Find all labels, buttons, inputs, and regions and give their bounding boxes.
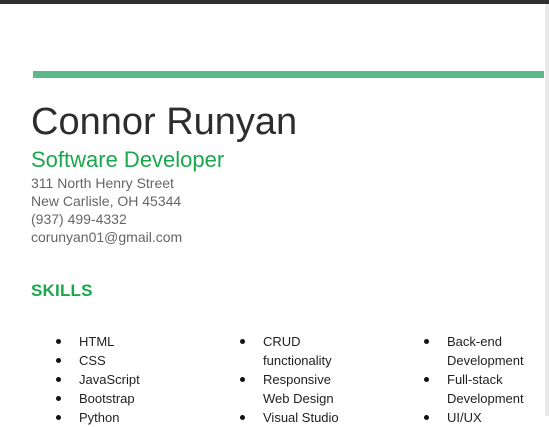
phone-number: (937) 499-4332 (31, 211, 127, 227)
skill-item-line: CRUD (263, 334, 301, 349)
skill-item-line: Python (79, 410, 120, 425)
skill-item: UI/UX (423, 408, 524, 427)
skill-item-line: UI/UX (447, 410, 482, 425)
skill-item: Python (55, 408, 140, 427)
skill-item: Bootstrap (55, 389, 140, 408)
page-edge-gutter (545, 4, 549, 416)
top-border (0, 0, 549, 4)
skills-column-3: Back-end Development Full-stack Developm… (423, 332, 524, 427)
job-title: Software Developer (31, 147, 225, 172)
skills-column-2: CRUD functionality Responsive Web Design… (239, 332, 339, 427)
candidate-name: Connor Runyan (31, 101, 298, 143)
skill-item-line: Web Design (263, 391, 334, 406)
email-address[interactable]: corunyan01@gmail.com (31, 228, 182, 246)
street-address: 311 North Henry Street (31, 175, 174, 191)
header-accent-rule (33, 71, 544, 78)
skill-item-line: functionality (263, 353, 332, 368)
skills-heading: SKILLS (31, 281, 93, 300)
contact-block: 311 North Henry Street New Carlisle, OH … (31, 174, 182, 246)
skill-item-line: Development (447, 391, 524, 406)
skill-item-line: JavaScript (79, 372, 140, 387)
skill-item-line: HTML (79, 334, 115, 349)
skill-item: JavaScript (55, 370, 140, 389)
skill-item-line: Full-stack (447, 372, 503, 387)
skill-item-line: Bootstrap (79, 391, 135, 406)
skill-item-line: Responsive (263, 372, 331, 387)
skills-column-1: HTML CSS JavaScript Bootstrap Python (55, 332, 140, 427)
skill-item-line: Development (447, 353, 524, 368)
skill-item: HTML (55, 332, 140, 351)
skill-item-line: Back-end (447, 334, 502, 349)
skill-item: CRUD functionality (239, 332, 339, 370)
skill-item: Visual Studio (239, 408, 339, 427)
skill-item: Responsive Web Design (239, 370, 339, 408)
skill-item: Full-stack Development (423, 370, 524, 408)
skill-item-line: CSS (79, 353, 106, 368)
skill-item: CSS (55, 351, 140, 370)
skill-item-line: Visual Studio (263, 410, 339, 425)
skill-item: Back-end Development (423, 332, 524, 370)
city-state-zip: New Carlisle, OH 45344 (31, 193, 182, 209)
